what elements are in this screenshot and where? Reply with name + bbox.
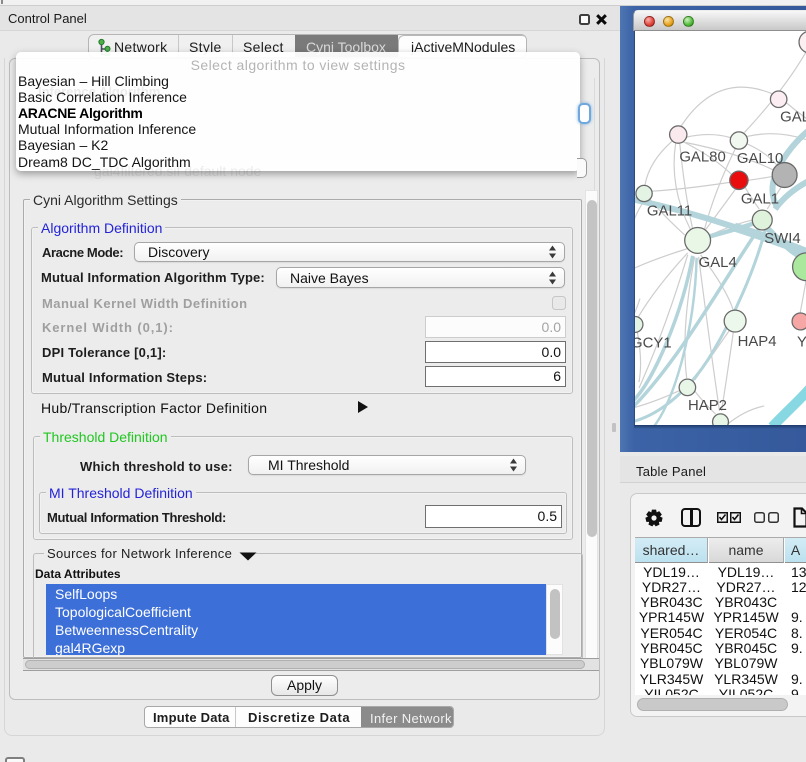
svg-text:YJL0: YJL0 (797, 334, 806, 350)
svg-text:GAL11: GAL11 (647, 204, 692, 220)
svg-text:HAP2: HAP2 (688, 398, 727, 414)
svg-text:GAL4: GAL4 (699, 255, 737, 271)
svg-text:SWI4: SWI4 (764, 231, 800, 247)
svg-text:GAL80: GAL80 (679, 149, 725, 165)
svg-text:GAL1: GAL1 (741, 192, 779, 208)
svg-text:GCY1: GCY1 (634, 335, 672, 351)
svg-text:HAP4: HAP4 (738, 334, 777, 350)
svg-text:GAL7: GAL7 (780, 110, 806, 126)
svg-text:GAL10: GAL10 (737, 151, 783, 167)
